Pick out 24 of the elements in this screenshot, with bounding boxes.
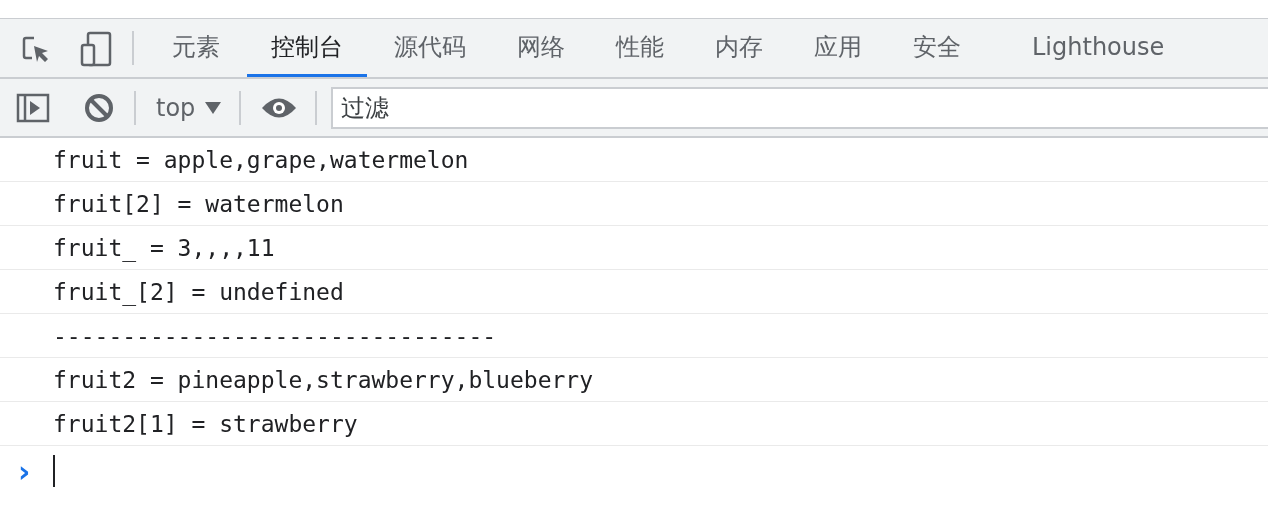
console-message: -------------------------------- [53,322,497,349]
panel-tab[interactable]: 网络 [493,19,589,77]
panel-tab[interactable]: 内存 [691,19,787,77]
caret-icon [205,101,222,114]
sidebar-toggle-icon[interactable] [16,92,50,123]
console-message: fruit_[2] = undefined [53,278,344,305]
panel-tab[interactable]: 元素 [148,19,244,77]
context-dropdown[interactable]: top [146,93,222,122]
console-message: fruit = apple,grape,watermelon [53,146,469,173]
console-message: fruit[2] = watermelon [53,190,344,217]
filter-field[interactable]: 过滤 [331,86,1268,129]
panel-tab[interactable]: 应用 [790,19,886,77]
panel-tab[interactable]: Lighthouse [1008,19,1189,77]
console-message: fruit2 = pineapple,strawberry,blueberry [53,366,594,393]
prompt-icon: › [18,453,53,489]
eye-icon[interactable] [261,96,298,119]
panel-tab[interactable]: 源代码 [370,19,490,77]
panel-tab[interactable]: 安全 [889,19,985,77]
console-message: fruit2[1] = strawberry [53,410,358,437]
clear-console-icon[interactable] [82,92,116,123]
device-toolbar-icon[interactable] [80,31,112,67]
text-cursor [53,455,55,487]
console-message: fruit_ = 3,,,,11 [53,234,275,261]
panel-tab[interactable]: 性能 [592,19,688,77]
